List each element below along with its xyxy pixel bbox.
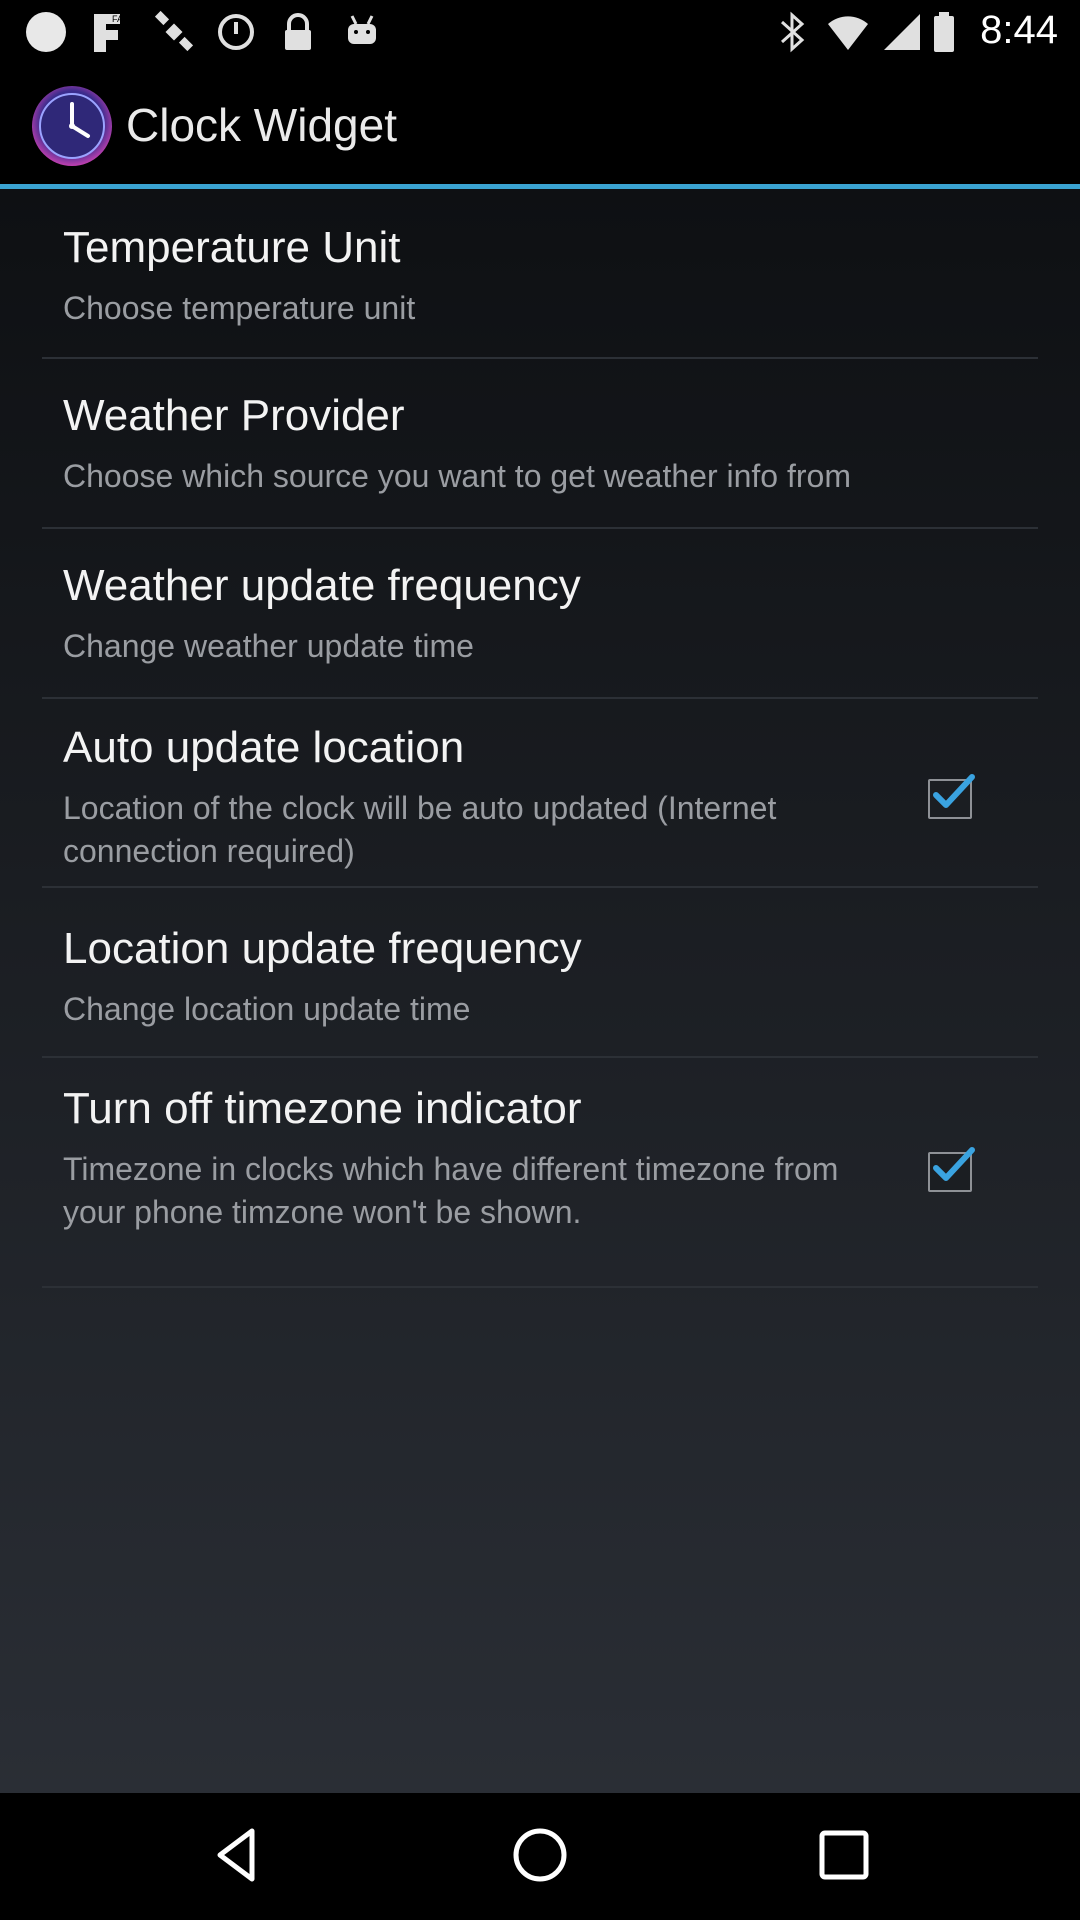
satellite-icon	[154, 10, 194, 52]
battery-icon	[934, 12, 954, 52]
setting-subtitle: Change weather update time	[63, 628, 474, 664]
checkmark-icon	[933, 774, 975, 808]
app-title: Clock Widget	[126, 99, 397, 151]
setting-temperature-unit[interactable]: Temperature Unit Choose temperature unit	[42, 189, 1038, 359]
setting-title: Location update frequency	[63, 924, 582, 973]
status-bar: FAKE 8:44	[0, 0, 1080, 64]
setting-title: Temperature Unit	[63, 223, 401, 272]
setting-title: Auto update location	[63, 723, 465, 772]
checkmark-icon	[933, 1147, 975, 1181]
wifi-icon	[828, 16, 868, 50]
setting-subtitle: Location of the clock will be auto updat…	[63, 790, 777, 869]
settings-list: Temperature Unit Choose temperature unit…	[0, 189, 1080, 1793]
setting-weather-update-frequency[interactable]: Weather update frequency Change weather …	[42, 529, 1038, 699]
setting-title: Weather update frequency	[63, 561, 581, 610]
timezone-indicator-checkbox[interactable]	[928, 1147, 975, 1192]
recents-icon[interactable]	[812, 1823, 876, 1887]
status-time: 8:44	[980, 8, 1058, 52]
bluetooth-icon	[780, 11, 805, 53]
setting-subtitle: Timezone in clocks which have different …	[63, 1151, 839, 1230]
setting-weather-provider[interactable]: Weather Provider Choose which source you…	[42, 359, 1038, 529]
signal-icon	[884, 14, 920, 50]
back-icon[interactable]	[206, 1823, 270, 1887]
clock-icon[interactable]	[30, 84, 114, 168]
android-icon	[348, 15, 376, 44]
setting-auto-update-location[interactable]: Auto update location Location of the clo…	[42, 699, 1038, 888]
fake-gps-icon: FAKE	[94, 14, 132, 52]
alarm-icon	[218, 14, 254, 50]
setting-subtitle: Change location update time	[63, 991, 471, 1027]
svg-text:FAKE: FAKE	[112, 14, 132, 24]
navigation-bar	[0, 1793, 1080, 1920]
setting-title: Weather Provider	[63, 391, 405, 440]
setting-title: Turn off timezone indicator	[63, 1084, 582, 1133]
setting-subtitle: Choose temperature unit	[63, 290, 416, 326]
setting-subtitle: Choose which source you want to get weat…	[63, 458, 851, 494]
home-icon[interactable]	[508, 1823, 572, 1887]
lock-icon	[285, 13, 311, 50]
circle-icon	[26, 12, 66, 52]
auto-update-location-checkbox[interactable]	[928, 774, 975, 819]
setting-location-update-frequency[interactable]: Location update frequency Change locatio…	[42, 888, 1038, 1058]
setting-turn-off-timezone-indicator[interactable]: Turn off timezone indicator Timezone in …	[42, 1058, 1038, 1288]
